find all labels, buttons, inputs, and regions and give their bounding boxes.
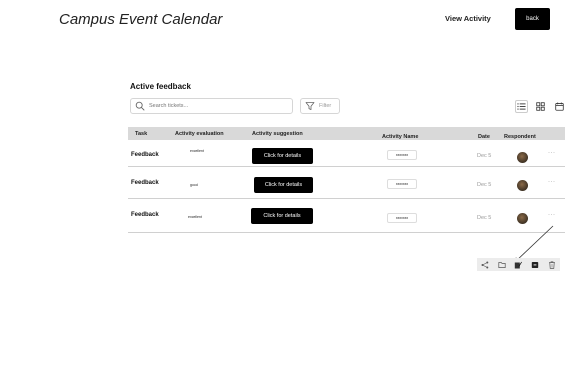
date-cell: Dec 5 <box>477 153 492 159</box>
evaluation-cell: excellent <box>188 215 202 219</box>
search-box[interactable] <box>130 98 293 114</box>
evaluation-cell: excellent <box>190 149 204 153</box>
activity-name-cell: xxxxxxx <box>387 213 417 223</box>
filter-label: Filter <box>319 103 332 109</box>
archive-icon <box>531 261 539 268</box>
calendar-view-button[interactable] <box>553 100 566 113</box>
grid-view-button[interactable] <box>534 100 547 113</box>
list-view-button[interactable] <box>515 100 528 113</box>
task-cell: Feedback <box>131 180 159 186</box>
section-title: Active feedback <box>130 82 191 91</box>
table-row: Feedback good Click for details xxxxxxx … <box>128 167 565 199</box>
date-cell: Dec 5 <box>477 182 492 188</box>
activity-name-cell: xxxxxxx <box>387 179 417 189</box>
more-options-icon[interactable]: ··· <box>548 150 556 156</box>
details-button[interactable]: Click for details <box>251 208 313 224</box>
row-divider <box>128 232 565 233</box>
column-header-task: Task <box>135 131 148 137</box>
folder-icon <box>498 261 506 268</box>
move-to-folder-button[interactable] <box>497 260 506 269</box>
view-activity-link[interactable]: View Activity <box>445 14 491 23</box>
evaluation-cell: good <box>190 183 198 187</box>
app-title: Campus Event Calendar <box>59 11 223 28</box>
search-icon <box>135 101 145 111</box>
trash-icon <box>548 260 555 269</box>
more-options-icon[interactable]: ··· <box>548 179 556 185</box>
avatar <box>517 152 528 163</box>
share-icon <box>481 261 489 268</box>
archive-button[interactable] <box>531 260 540 269</box>
calendar-icon <box>555 102 564 111</box>
table-row: Feedback excellent Click for details xxx… <box>128 199 565 233</box>
table-header: Task Activity evaluation Activity sugges… <box>128 127 565 140</box>
column-header-evaluation: Activity evaluation <box>175 131 224 137</box>
table-row: Feedback excellent Click for details xxx… <box>128 140 565 167</box>
details-button[interactable]: Click for details <box>252 148 313 164</box>
edit-button[interactable] <box>514 260 523 269</box>
search-input[interactable] <box>149 103 279 109</box>
list-icon <box>517 103 526 110</box>
more-options-icon[interactable]: ··· <box>548 212 556 218</box>
column-header-suggestion: Activity suggestion <box>252 131 303 137</box>
avatar <box>517 180 528 191</box>
edit-icon <box>515 261 523 268</box>
avatar <box>517 213 528 224</box>
filter-icon <box>305 102 315 110</box>
activity-name-cell: xxxxxxx <box>387 150 417 160</box>
details-button[interactable]: Click for details <box>254 177 313 193</box>
row-action-toolbar <box>477 258 560 271</box>
task-cell: Feedback <box>131 212 159 218</box>
date-cell: Dec 5 <box>477 215 492 221</box>
back-button[interactable]: back <box>515 8 550 30</box>
task-cell: Feedback <box>131 152 159 158</box>
delete-button[interactable] <box>547 260 556 269</box>
filter-button[interactable]: Filter <box>300 98 340 114</box>
grid-icon <box>536 102 545 111</box>
share-button[interactable] <box>481 260 490 269</box>
